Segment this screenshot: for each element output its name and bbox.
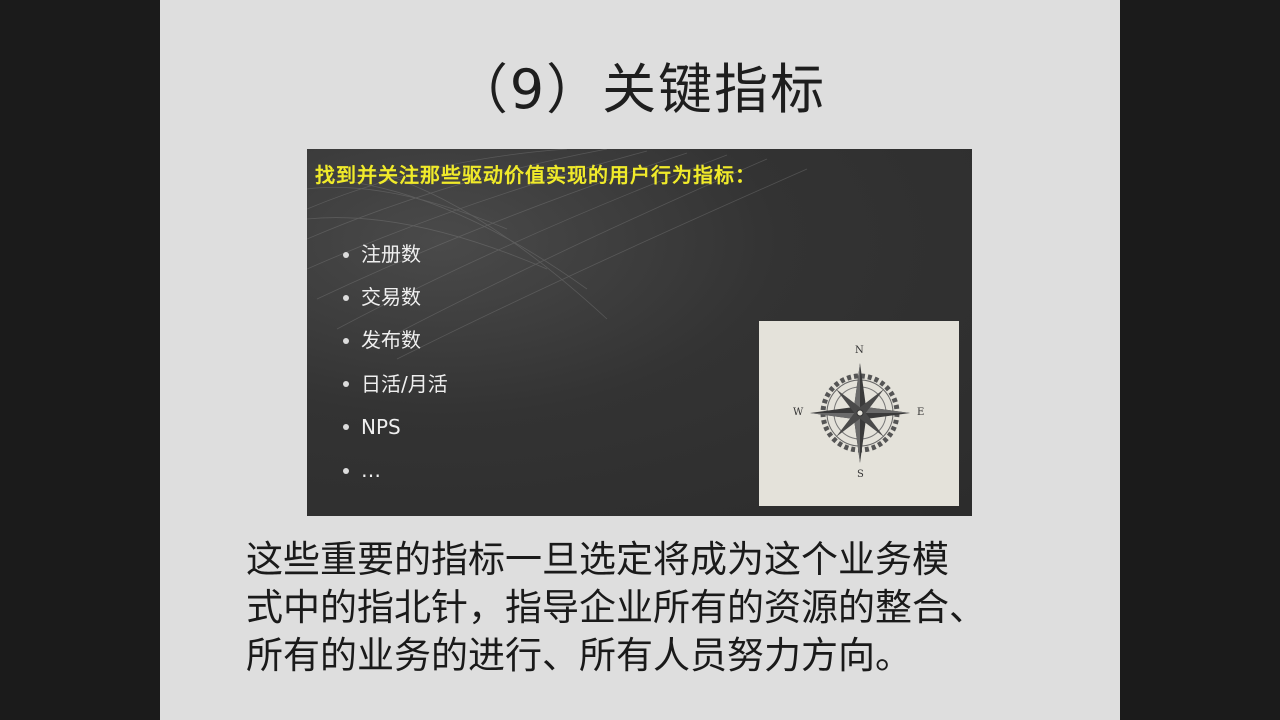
compass-east-label: E — [917, 407, 925, 418]
list-item: NPS — [343, 406, 448, 449]
body-paragraph: 这些重要的指标一旦选定将成为这个业务模 式中的指北针，指导企业所有的资源的整合、… — [246, 536, 1076, 680]
list-item-label: 交易数 — [361, 285, 421, 310]
compass-north-label: N — [855, 345, 864, 356]
slide: （9）关键指标 找到并关注那些驱动价值实现的用户行为指标： 注册数 交易数 发布… — [160, 0, 1120, 720]
compass-west-label: W — [793, 407, 804, 418]
list-item-label: … — [361, 457, 381, 482]
slide-title: （9）关键指标 — [453, 58, 827, 121]
bullet-icon — [343, 381, 349, 388]
body-line: 这些重要的指标一旦选定将成为这个业务模 — [246, 538, 949, 581]
list-item: … — [343, 449, 448, 492]
metrics-list: 注册数 交易数 发布数 日活/月活 NPS … — [343, 233, 448, 492]
compass-south-label: S — [857, 469, 864, 480]
list-item-label: 日活/月活 — [361, 371, 448, 396]
bullet-icon — [343, 424, 349, 431]
list-item: 发布数 — [343, 319, 448, 362]
body-line: 式中的指北针，指导企业所有的资源的整合、 — [246, 586, 986, 629]
compass-image: N E S W — [759, 321, 959, 506]
bullet-icon — [343, 251, 349, 258]
bullet-icon — [343, 467, 349, 474]
list-item-label: 注册数 — [361, 242, 421, 266]
metrics-panel: 找到并关注那些驱动价值实现的用户行为指标： 注册数 交易数 发布数 日活/月活 … — [307, 149, 972, 516]
panel-heading: 找到并关注那些驱动价值实现的用户行为指标： — [315, 163, 756, 187]
bullet-icon — [343, 294, 349, 301]
bullet-icon — [343, 337, 349, 344]
list-item-label: NPS — [361, 414, 401, 439]
list-item: 交易数 — [343, 276, 448, 319]
list-item: 日活/月活 — [343, 363, 448, 406]
list-item: 注册数 — [343, 233, 448, 276]
list-item-label: 发布数 — [361, 328, 421, 353]
body-line: 所有的业务的进行、所有人员努力方向。 — [246, 634, 912, 677]
